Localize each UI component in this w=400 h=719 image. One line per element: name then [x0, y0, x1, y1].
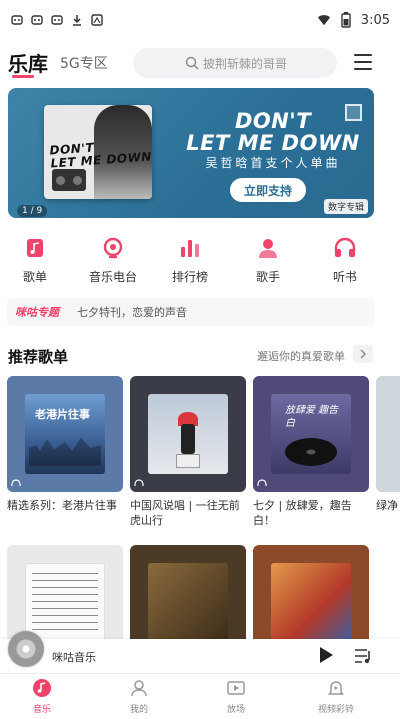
promo-banner[interactable]: DON'T LET ME DOWN DON'T LET ME DOWN 吴哲晗首…: [8, 88, 374, 218]
playlist-cover: 老港片往事: [7, 376, 123, 492]
notice-tag: 咪咕专题: [15, 306, 59, 319]
playlist-cover-text: 老港片往事: [35, 408, 90, 421]
search-placeholder: 披荆斩棘的哥哥: [203, 56, 288, 71]
bottom-nav: 音乐 我的 放场 视频彩铃: [0, 673, 400, 719]
nav-playlist-label: 歌单: [22, 270, 47, 284]
nav-playlist[interactable]: 歌单: [0, 236, 70, 285]
menu-icon[interactable]: [354, 54, 372, 70]
video-icon: [226, 678, 246, 698]
app-icon: [90, 13, 104, 27]
bottom-nav-profile-label: 我的: [129, 705, 148, 715]
banner-headline: DON'T LET ME DOWN: [183, 110, 363, 154]
support-button[interactable]: 立即支持: [230, 178, 306, 202]
profile-icon: [129, 678, 149, 698]
playlist-icon: [23, 236, 47, 260]
nav-audiobook[interactable]: 听书: [310, 236, 380, 285]
playlist-cover: [253, 545, 369, 645]
status-time: 3:05: [360, 12, 390, 28]
album-cover: DON'T LET ME DOWN: [44, 105, 152, 199]
playlist-cover: [130, 545, 246, 645]
nav-radio-label: 音乐电台: [88, 270, 137, 284]
playlist-card[interactable]: [253, 545, 369, 645]
tab-music-library[interactable]: 乐库: [8, 48, 48, 77]
download-icon: [70, 13, 84, 27]
playlist-cover: 放肆爱 趣告白: [253, 376, 369, 492]
nav-audiobook-label: 听书: [332, 270, 357, 284]
headphones-icon: [134, 479, 144, 486]
playlist-card[interactable]: 绿净: [376, 376, 400, 513]
playlist-row: 老港片往事 精选系列：老港片往事 中国风说唱 | 一往无前虎山行 放肆爱 趣告白…: [0, 376, 400, 538]
nav-chart-label: 排行榜: [171, 270, 208, 284]
search-input[interactable]: 披荆斩棘的哥哥: [133, 48, 337, 78]
nav-chart[interactable]: 排行榜: [155, 236, 225, 285]
bottom-nav-video[interactable]: 放场: [206, 678, 266, 715]
player-title: 咪咕音乐: [52, 651, 96, 664]
radio-icon: [101, 236, 125, 260]
section-more-link[interactable]: 邂逅你的真爱歌单: [257, 348, 345, 364]
nav-singer[interactable]: 歌手: [233, 236, 303, 285]
playlist-card[interactable]: 老港片往事 精选系列：老港片往事: [7, 376, 123, 513]
banner-headline-line1: DON'T: [234, 109, 312, 133]
singer-icon: [256, 236, 280, 260]
topic-notice[interactable]: 咪咕专题 七夕特刊，恋爱的声音: [7, 298, 374, 326]
playlist-cover: [7, 545, 123, 645]
banner-page-indicator: 1 / 9: [17, 205, 48, 217]
banner-headline-line2: LET ME DOWN: [186, 131, 360, 155]
status-bar: 3:05: [0, 0, 400, 40]
mini-player[interactable]: 咪咕音乐: [0, 631, 400, 673]
playlist-title: 七夕 | 放肆爱，趣告白！: [253, 499, 352, 527]
digital-album-tag: 数字专辑: [323, 199, 368, 214]
music-icon: [32, 678, 52, 698]
tab-5g-zone[interactable]: 5G专区: [60, 53, 108, 73]
banner-subtitle: 吴哲晗首支个人单曲: [205, 156, 341, 170]
playlist-card[interactable]: 放肆爱 趣告白 七夕 | 放肆爱，趣告白！: [253, 376, 369, 528]
section-title: 推荐歌单: [8, 348, 69, 366]
playlist-card[interactable]: [130, 545, 246, 645]
ringtone-icon: [326, 678, 346, 698]
playlist-cover: [376, 376, 400, 492]
notice-text: 七夕特刊，恋爱的声音: [77, 306, 187, 319]
notification-icon: [50, 13, 64, 27]
bottom-nav-ringtone[interactable]: 视频彩铃: [306, 678, 366, 715]
quick-nav: 歌单 音乐电台 排行榜 歌手 听书: [0, 236, 400, 288]
active-tab-indicator: [12, 75, 34, 78]
headphones-icon: [257, 479, 267, 486]
playlist-cover: [130, 376, 246, 492]
radio-icon: [52, 169, 86, 191]
chevron-right-icon[interactable]: [353, 345, 373, 363]
status-left-icons: [10, 13, 104, 27]
headphones-icon: [11, 479, 21, 486]
chart-icon: [178, 236, 202, 260]
playlist-title: 绿净: [376, 499, 398, 512]
playlist-queue-icon[interactable]: [354, 647, 374, 665]
play-icon[interactable]: [320, 647, 333, 663]
bottom-nav-music[interactable]: 音乐: [12, 678, 72, 715]
playlist-row-2: [0, 545, 400, 645]
playlist-title: 精选系列：老港片往事: [7, 499, 117, 512]
wifi-icon: [317, 13, 331, 27]
notification-icon: [30, 13, 44, 27]
nav-singer-label: 歌手: [255, 270, 280, 284]
top-header: 乐库 5G专区 披荆斩棘的哥哥: [0, 44, 400, 84]
search-icon: [185, 56, 199, 70]
bottom-nav-profile[interactable]: 我的: [109, 678, 169, 715]
playlist-cover-text: 放肆爱 趣告白: [285, 405, 339, 429]
bottom-nav-music-label: 音乐: [32, 705, 51, 715]
bottom-nav-ringtone-label: 视频彩铃: [317, 705, 354, 715]
disc-icon[interactable]: [8, 631, 44, 667]
battery-icon: [339, 12, 353, 28]
bottom-nav-video-label: 放场: [226, 705, 245, 715]
headphones-icon: [333, 236, 357, 260]
playlist-card[interactable]: [7, 545, 123, 645]
nav-radio[interactable]: 音乐电台: [78, 236, 148, 285]
playlist-card[interactable]: 中国风说唱 | 一往无前虎山行: [130, 376, 246, 528]
status-right-icons: 3:05: [317, 12, 390, 28]
notification-icon: [10, 13, 24, 27]
playlist-title: 中国风说唱 | 一往无前虎山行: [130, 499, 240, 527]
